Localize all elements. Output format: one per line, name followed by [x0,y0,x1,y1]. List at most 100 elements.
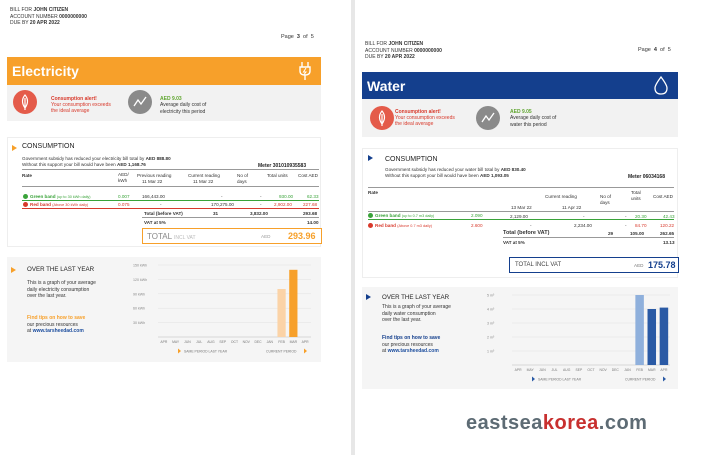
water-chart-bar [659,307,669,365]
avg-daily-cost-label: Average daily cost of electricity this p… [160,102,207,115]
watermark: eastseakorea.com [466,412,648,434]
electricity-chart-xtick-label: FEB [278,340,285,344]
page-number: Page 4 of 5 [638,47,671,53]
over-last-year-section: OVER THE LAST YEAR This is a graph of yo… [362,287,678,389]
plug-icon [299,62,311,80]
divider [22,186,319,187]
col-previous-date: 11 Mar 22 [142,179,163,184]
col-cost: Cost AED [298,173,318,178]
divider [22,200,319,201]
arrow-icon [11,267,16,273]
water-chart-xtick-label: AUG [563,368,571,372]
red-current: 170,275.00 [211,202,234,207]
col-aed-kwh: AED/ kWh [118,172,129,183]
electricity-chart-xtick-label: JUN [184,340,191,344]
consumption-section: CONSUMPTION Government subsidy has reduc… [362,148,679,278]
green-current: - [221,194,223,199]
water-chart-xtick-label: JUN [539,368,546,372]
col-rate: Rate [22,173,32,178]
electricity-chart-bar [289,269,298,337]
water-chart-ytick-label: 5 m³ [487,294,495,298]
col-days: No of days [600,194,611,205]
red-days: - [260,202,262,207]
total-incl-vat-box: TOTAL INCL VAT AED 293.96 [142,228,322,244]
electricity-chart-legend-label: SAME PERIOD LAST YEAR [184,349,228,353]
water-chart-legend-arrow-icon [663,376,666,382]
total-incl-vat: 293.96 [288,231,316,241]
electricity-chart-xtick-label: APR [160,340,168,344]
electricity-chart-xtick-label: MAR [290,340,298,344]
col-current: Current reading [188,173,220,178]
water-chart-legend-label: SAME PERIOD LAST YEAR [538,377,582,381]
divider [22,208,319,209]
tarsheed-link[interactable]: www.tarsheedad.com [388,348,439,354]
over-description: This is a graph of your average daily ele… [27,280,96,299]
red-previous: - [160,202,162,207]
subsidy-line-2: Without this support your bill would hav… [385,173,509,178]
electricity-chart-xtick-label: SEP [219,340,227,344]
total-units: 105.00 [630,231,645,236]
total-units: 3,832.00 [250,211,268,216]
red-rate: 2.600 [471,223,483,228]
section-title: Water [367,78,406,94]
page-number: Page 3 of 5 [281,34,314,40]
electricity-chart-xtick-label: OCT [231,340,238,344]
water-page: BILL FOR JOHN CITIZEN ACCOUNT NUMBER 000… [355,0,704,455]
col-units: Total units [631,190,641,201]
water-usage-chart: 5 m³ 4 m³ 3 m³ 2 m³ 1 m³ APR MAY JUN JUL AUG SEP OC… [487,294,670,382]
col-days: No of days [237,173,248,184]
subsidy-line-1: Government subsidy has reduced your wate… [385,167,526,172]
green-rate: 2.090 [471,213,483,218]
tips-block: Find tips on how to save our precious re… [27,315,86,334]
leaf-icon [13,90,37,114]
red-cost: 227.68 [303,202,318,207]
electricity-chart-ytick-label: 60 kWh [133,307,145,311]
electricity-chart-ytick-label: 150 kWh [133,264,147,268]
col-current-date: 11 Apr 22 [562,205,582,210]
col-cost: Cost AED [653,194,673,199]
consumption-title: CONSUMPTION [22,143,75,150]
electricity-chart-bar [277,289,286,337]
tarsheed-link[interactable]: www.tarsheedad.com [33,328,84,334]
water-chart-ytick-label: 2 m³ [487,336,495,340]
col-units: Total units [267,173,288,178]
gauge-icon [476,106,500,130]
arrow-icon [368,155,373,161]
red-band-badge-icon [368,223,373,228]
electricity-chart-ytick-label: 120 kWh [133,278,147,282]
electricity-chart-legend-arrow-icon [304,348,307,354]
electricity-chart-legend-arrow-icon [178,348,181,354]
water-chart-xtick-label: APR [515,368,523,372]
vat-amount: 14.00 [307,220,319,225]
red-current: 2,234.00 [574,223,592,228]
consumption-title: CONSUMPTION [385,156,438,163]
green-cost: 62.33 [307,194,319,199]
divider [368,211,674,212]
water-chart-xtick-label: APR [660,368,668,372]
col-previous-date: 13 Mar 22 [511,205,532,210]
total-cost: 293.68 [303,211,318,216]
electricity-chart-xtick-label: AUG [207,340,215,344]
consumption-alert: Consumption alert! Your consumption exce… [51,96,111,114]
leaf-icon [370,106,394,130]
gauge-icon [128,90,152,114]
water-chart-bar [635,295,644,365]
water-chart-xtick-label: DEC [612,368,620,372]
over-title: OVER THE LAST YEAR [27,266,95,273]
divider [368,219,674,220]
water-chart-xtick-label: SEP [575,368,583,372]
water-chart-xtick-label: OCT [587,368,594,372]
arrow-icon [12,145,17,151]
water-chart-ytick-label: 3 m³ [487,322,495,326]
avg-daily-cost-label: Average daily cost of water this period [510,115,557,128]
red-units: 84.70 [635,223,647,228]
water-chart-legend-arrow-icon [532,376,535,382]
green-previous: 166,443.00 [142,194,165,199]
electricity-page: BILL FOR JOHN CITIZEN ACCOUNT NUMBER 000… [0,0,351,455]
water-drop-icon [654,76,668,95]
red-days: - [625,223,627,228]
total-currency: AED [634,263,644,268]
electricity-chart-xtick-label: NOV [243,340,251,344]
green-days: - [260,194,262,199]
total-label: TOTAL INCL VAT [147,232,196,241]
